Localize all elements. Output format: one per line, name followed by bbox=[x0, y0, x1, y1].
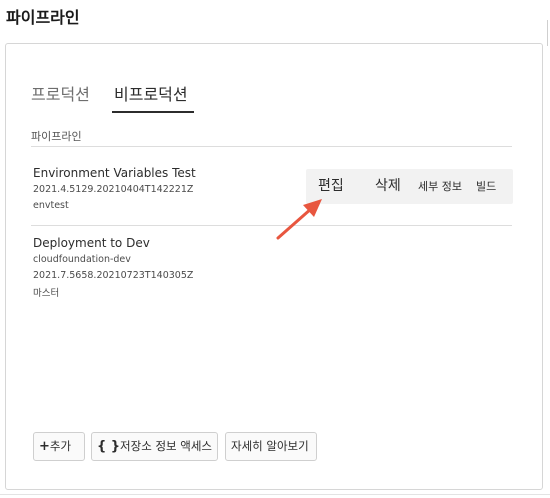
active-tab-indicator bbox=[112, 111, 194, 113]
pipelines-column-header: 파이프라인 bbox=[31, 130, 82, 143]
add-button-label: 추가 bbox=[49, 439, 72, 453]
details-button[interactable]: 세부 정보 bbox=[418, 169, 462, 204]
repo-access-label: 저장소 정보 액세스 bbox=[120, 439, 212, 453]
repo-access-button[interactable]: { }저장소 정보 액세스 bbox=[91, 432, 218, 461]
braces-icon: { } bbox=[97, 439, 121, 454]
build-button[interactable]: 빌드 bbox=[476, 169, 496, 204]
tab-production[interactable]: 프로덕션 bbox=[31, 81, 90, 105]
pipeline-version: 2021.4.5129.20210404T142221Z bbox=[33, 184, 194, 195]
delete-button[interactable]: 삭제 bbox=[375, 169, 401, 204]
pipeline-version: 2021.7.5658.20210723T140305Z bbox=[33, 270, 194, 281]
page-title: 파이프라인 bbox=[6, 8, 80, 27]
add-button[interactable]: +추가 bbox=[33, 432, 85, 461]
pipeline-name[interactable]: Environment Variables Test bbox=[33, 166, 196, 180]
bottom-divider bbox=[0, 494, 550, 495]
pipeline-branch: envtest bbox=[33, 200, 69, 211]
pipelines-panel bbox=[5, 43, 543, 490]
callout-arrow-icon bbox=[276, 199, 322, 240]
learn-more-button[interactable]: 자세히 알아보기 bbox=[225, 432, 317, 461]
pipeline-branch: 마스터 bbox=[33, 288, 60, 299]
plus-icon: + bbox=[39, 439, 50, 454]
pipeline-repo: cloudfoundation-dev bbox=[33, 254, 131, 265]
pipeline-name[interactable]: Deployment to Dev bbox=[33, 236, 150, 250]
tab-non-production[interactable]: 비프로덕션 bbox=[114, 81, 188, 105]
row-action-bar: 편집 삭제 세부 정보 빌드 bbox=[306, 169, 513, 204]
header-divider bbox=[31, 146, 512, 147]
